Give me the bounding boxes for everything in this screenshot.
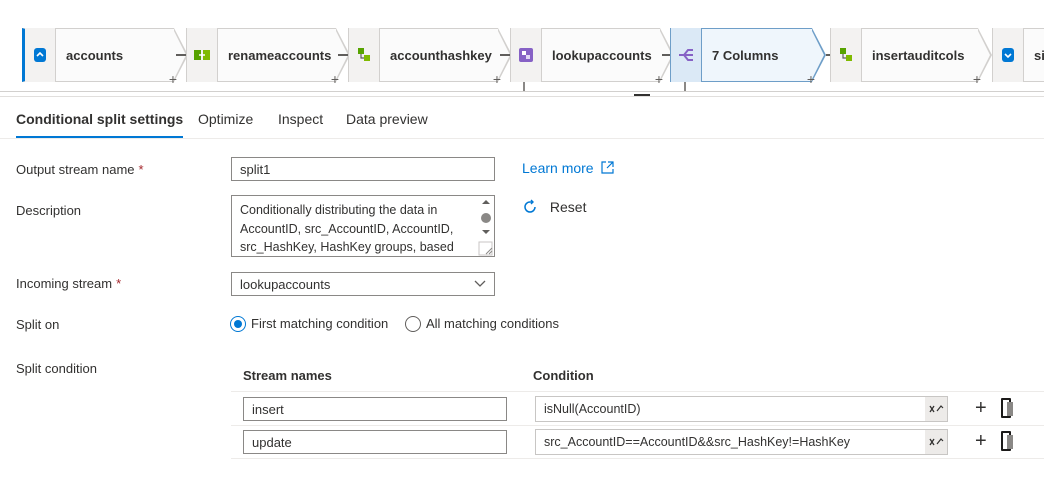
add-condition-button[interactable]: + (975, 431, 987, 451)
add-transform-button[interactable]: + (973, 71, 981, 87)
node-lookupaccounts[interactable]: lookupaccounts + (510, 27, 674, 87)
description-textarea[interactable]: Conditionally distributing the data in A… (231, 195, 495, 257)
tab-inspect[interactable]: Inspect (278, 111, 323, 127)
add-transform-button[interactable]: + (493, 71, 501, 87)
condition-header: Condition (533, 368, 594, 383)
description-text: Conditionally distributing the data in A… (240, 203, 454, 254)
node-label: insertauditcols (872, 47, 965, 63)
textarea-scrollbar[interactable] (478, 196, 494, 256)
node-label: renameaccounts (228, 47, 332, 63)
add-transform-button[interactable]: + (169, 71, 177, 87)
node-label: accounthashkey (390, 47, 492, 63)
stream-name-input[interactable]: insert (243, 397, 507, 421)
node-accounthashkey[interactable]: accounthashkey + (348, 27, 512, 87)
delete-condition-icon[interactable] (1001, 398, 1013, 418)
stream-names-header: Stream names (243, 368, 332, 383)
external-link-icon (601, 161, 615, 174)
sink-icon (993, 27, 1024, 82)
node-label: lookupaccounts (552, 47, 652, 63)
condition-input[interactable]: src_AccountID==AccountID&&src_HashKey!=H… (535, 429, 948, 455)
split-condition-label: Split condition (16, 361, 97, 376)
expression-builder-button[interactable] (925, 430, 947, 454)
source-icon (25, 27, 56, 82)
add-condition-button[interactable]: + (975, 398, 987, 418)
expression-builder-button[interactable] (925, 397, 947, 421)
tab-conditional-split-settings[interactable]: Conditional split settings (16, 111, 184, 138)
canvas-divider (0, 91, 1044, 92)
radio-all-matching[interactable] (405, 316, 421, 332)
tab-optimize[interactable]: Optimize (198, 111, 253, 127)
select-icon (187, 27, 218, 82)
output-stream-input[interactable]: split1 (231, 157, 495, 181)
data-flow-canvas: accounts + renameaccounts + accounthashk… (0, 0, 1044, 97)
reset-icon (524, 199, 536, 213)
node-conditional-split[interactable]: 7 Columns + (670, 27, 826, 87)
node-label: sin (1034, 47, 1044, 63)
node-accounts[interactable]: accounts + (22, 27, 188, 87)
conditional-split-icon (671, 27, 702, 82)
node-renameaccounts[interactable]: renameaccounts + (186, 27, 350, 87)
delete-condition-icon[interactable] (1001, 431, 1013, 451)
node-insertauditcols[interactable]: insertauditcols + (830, 27, 992, 87)
reset-button[interactable]: Reset (522, 199, 586, 215)
node-label: accounts (66, 47, 124, 63)
node-sink[interactable]: sin (992, 27, 1044, 82)
lookup-icon (511, 27, 542, 82)
add-transform-button[interactable]: + (331, 71, 339, 87)
radio-all-matching-label: All matching conditions (426, 316, 559, 331)
node-label: 7 Columns (712, 47, 779, 63)
panel-resize-handle[interactable] (634, 94, 650, 96)
expression-icon (929, 438, 944, 446)
expression-icon (929, 405, 944, 413)
description-label: Description (16, 203, 82, 218)
radio-first-matching[interactable] (230, 316, 246, 332)
add-transform-button[interactable]: + (655, 71, 663, 87)
split-on-label: Split on (16, 317, 60, 332)
tab-data-preview[interactable]: Data preview (346, 111, 428, 127)
settings-tabs: Conditional split settings Optimize Insp… (0, 102, 1044, 139)
condition-input[interactable]: isNull(AccountID) (535, 396, 948, 422)
derived-column-icon (349, 27, 380, 82)
stream-name-input[interactable]: update (243, 430, 507, 454)
chevron-down-icon (474, 280, 486, 287)
output-stream-label: Output stream name * (16, 162, 144, 177)
add-transform-button[interactable]: + (807, 71, 815, 87)
incoming-stream-select[interactable]: lookupaccounts (231, 272, 495, 296)
incoming-stream-label: Incoming stream * (16, 276, 122, 291)
derived-column-icon (831, 27, 862, 82)
learn-more-link[interactable]: Learn more (522, 160, 615, 176)
radio-first-matching-label: First matching condition (251, 316, 389, 331)
